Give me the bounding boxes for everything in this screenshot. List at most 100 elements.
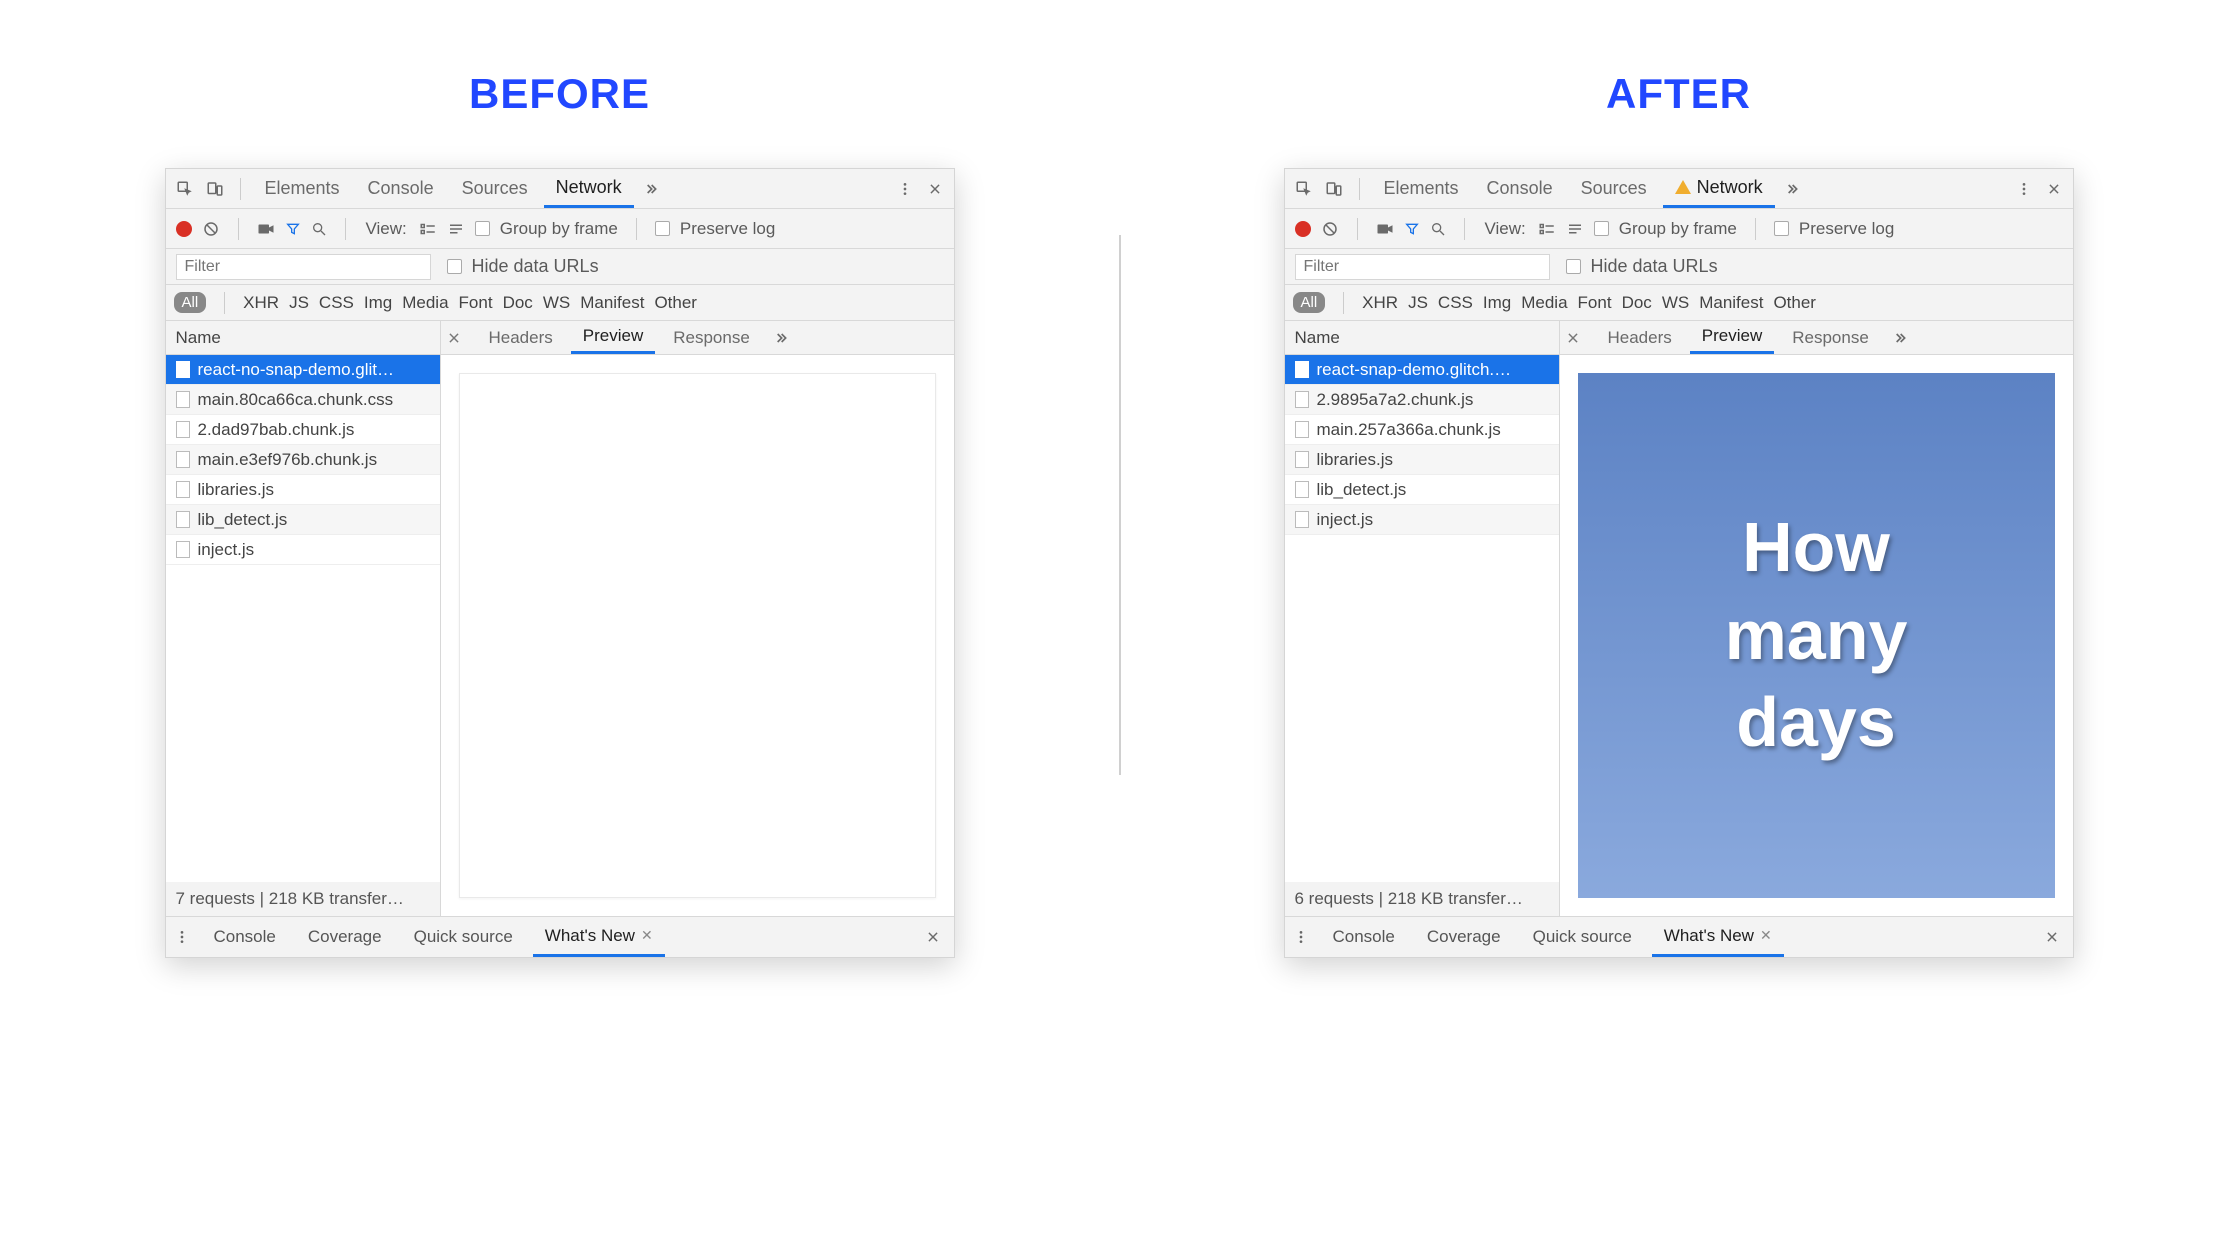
request-row[interactable]: 2.dad97bab.chunk.js — [166, 415, 440, 445]
screenshot-icon[interactable] — [257, 222, 275, 236]
type-other[interactable]: Other — [1773, 293, 1816, 313]
type-ws[interactable]: WS — [543, 293, 570, 313]
type-manifest[interactable]: Manifest — [580, 293, 644, 313]
type-doc[interactable]: Doc — [503, 293, 533, 313]
type-img[interactable]: Img — [1483, 293, 1511, 313]
preserve-log-checkbox[interactable]: Preserve log — [655, 219, 775, 239]
tab-console[interactable]: Console — [356, 169, 446, 208]
request-row[interactable]: main.257a366a.chunk.js — [1285, 415, 1559, 445]
group-by-frame-checkbox[interactable]: Group by frame — [1594, 219, 1737, 239]
detail-more-tabs-icon[interactable] — [768, 325, 794, 351]
tab-console[interactable]: Console — [1475, 169, 1565, 208]
screenshot-icon[interactable] — [1376, 222, 1394, 236]
clear-icon[interactable] — [1321, 220, 1339, 238]
type-doc[interactable]: Doc — [1622, 293, 1652, 313]
more-tabs-icon[interactable] — [1779, 176, 1805, 202]
hide-data-urls-checkbox[interactable]: Hide data URLs — [447, 256, 599, 277]
more-tabs-icon[interactable] — [638, 176, 664, 202]
detail-more-tabs-icon[interactable] — [1887, 325, 1913, 351]
drawer-tab-console[interactable]: Console — [1321, 917, 1407, 957]
tab-network[interactable]: Network — [1663, 169, 1775, 208]
type-font[interactable]: Font — [1578, 293, 1612, 313]
detail-tab-headers[interactable]: Headers — [1596, 321, 1684, 354]
type-manifest[interactable]: Manifest — [1699, 293, 1763, 313]
tab-sources[interactable]: Sources — [450, 169, 540, 208]
drawer-tab-whats-new[interactable]: What's New ✕ — [533, 917, 665, 957]
drawer-tab-coverage[interactable]: Coverage — [1415, 917, 1513, 957]
drawer-tab-console[interactable]: Console — [202, 917, 288, 957]
tab-sources[interactable]: Sources — [1569, 169, 1659, 208]
type-js[interactable]: JS — [1408, 293, 1428, 313]
filter-toggle-icon[interactable] — [1404, 221, 1420, 237]
record-button[interactable] — [176, 221, 192, 237]
request-row[interactable]: lib_detect.js — [1285, 475, 1559, 505]
close-devtools-icon[interactable] — [2041, 176, 2067, 202]
detail-tab-preview[interactable]: Preview — [1690, 321, 1774, 354]
type-ws[interactable]: WS — [1662, 293, 1689, 313]
kebab-menu-icon[interactable] — [892, 176, 918, 202]
column-name-header[interactable]: Name — [1285, 321, 1559, 355]
detail-tab-response[interactable]: Response — [661, 321, 762, 354]
close-detail-icon[interactable] — [447, 331, 471, 345]
preserve-log-checkbox[interactable]: Preserve log — [1774, 219, 1894, 239]
type-media[interactable]: Media — [1521, 293, 1567, 313]
inspect-icon[interactable] — [1291, 176, 1317, 202]
drawer-tab-quick-source[interactable]: Quick source — [1521, 917, 1644, 957]
close-tab-icon[interactable]: ✕ — [1760, 927, 1772, 944]
tab-elements[interactable]: Elements — [253, 169, 352, 208]
request-row[interactable]: react-snap-demo.glitch.… — [1285, 355, 1559, 385]
drawer-tab-quick-source[interactable]: Quick source — [402, 917, 525, 957]
hide-data-urls-checkbox[interactable]: Hide data URLs — [1566, 256, 1718, 277]
close-drawer-icon[interactable] — [920, 924, 946, 950]
detail-tab-headers[interactable]: Headers — [477, 321, 565, 354]
record-button[interactable] — [1295, 221, 1311, 237]
filter-input[interactable] — [1295, 254, 1550, 280]
large-rows-icon[interactable] — [419, 222, 437, 236]
request-row[interactable]: main.e3ef976b.chunk.js — [166, 445, 440, 475]
type-css[interactable]: CSS — [319, 293, 354, 313]
request-row[interactable]: 2.9895a7a2.chunk.js — [1285, 385, 1559, 415]
drawer-tab-whats-new[interactable]: What's New ✕ — [1652, 917, 1784, 957]
drawer-kebab-icon[interactable] — [174, 929, 194, 945]
device-toggle-icon[interactable] — [1321, 176, 1347, 202]
request-row[interactable]: lib_detect.js — [166, 505, 440, 535]
tab-elements[interactable]: Elements — [1372, 169, 1471, 208]
type-img[interactable]: Img — [364, 293, 392, 313]
type-all[interactable]: All — [1293, 292, 1326, 313]
request-row[interactable]: libraries.js — [1285, 445, 1559, 475]
group-by-frame-checkbox[interactable]: Group by frame — [475, 219, 618, 239]
type-xhr[interactable]: XHR — [1362, 293, 1398, 313]
drawer-kebab-icon[interactable] — [1293, 929, 1313, 945]
request-row[interactable]: main.80ca66ca.chunk.css — [166, 385, 440, 415]
type-other[interactable]: Other — [654, 293, 697, 313]
large-rows-icon[interactable] — [1538, 222, 1556, 236]
small-rows-icon[interactable] — [1566, 222, 1584, 236]
request-row[interactable]: inject.js — [1285, 505, 1559, 535]
close-tab-icon[interactable]: ✕ — [641, 927, 653, 944]
inspect-icon[interactable] — [172, 176, 198, 202]
tab-network[interactable]: Network — [544, 169, 634, 208]
device-toggle-icon[interactable] — [202, 176, 228, 202]
type-media[interactable]: Media — [402, 293, 448, 313]
type-all[interactable]: All — [174, 292, 207, 313]
drawer-tab-coverage[interactable]: Coverage — [296, 917, 394, 957]
type-font[interactable]: Font — [459, 293, 493, 313]
search-icon[interactable] — [1430, 221, 1446, 237]
close-devtools-icon[interactable] — [922, 176, 948, 202]
request-row[interactable]: react-no-snap-demo.glit… — [166, 355, 440, 385]
filter-toggle-icon[interactable] — [285, 221, 301, 237]
kebab-menu-icon[interactable] — [2011, 176, 2037, 202]
column-name-header[interactable]: Name — [166, 321, 440, 355]
detail-tab-response[interactable]: Response — [1780, 321, 1881, 354]
small-rows-icon[interactable] — [447, 222, 465, 236]
clear-icon[interactable] — [202, 220, 220, 238]
close-detail-icon[interactable] — [1566, 331, 1590, 345]
close-drawer-icon[interactable] — [2039, 924, 2065, 950]
type-xhr[interactable]: XHR — [243, 293, 279, 313]
request-row[interactable]: inject.js — [166, 535, 440, 565]
detail-tab-preview[interactable]: Preview — [571, 321, 655, 354]
type-js[interactable]: JS — [289, 293, 309, 313]
type-css[interactable]: CSS — [1438, 293, 1473, 313]
search-icon[interactable] — [311, 221, 327, 237]
request-row[interactable]: libraries.js — [166, 475, 440, 505]
